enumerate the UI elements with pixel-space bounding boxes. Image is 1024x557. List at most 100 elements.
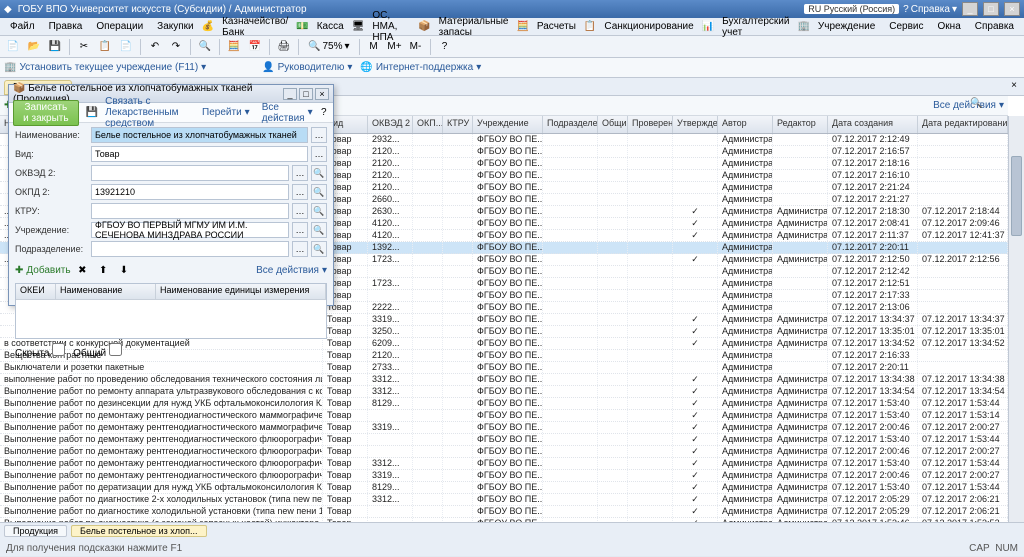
sub-all-actions[interactable]: Все действия ▾: [256, 265, 327, 276]
m-minus-button[interactable]: M-: [407, 38, 425, 56]
hidden-checkbox[interactable]: Скрыта: [15, 343, 65, 359]
status-tab-item[interactable]: Белье постельное из хлоп...: [71, 525, 206, 537]
dialog-all-actions[interactable]: Все действия ▾: [262, 102, 313, 124]
maximize-button[interactable]: □: [983, 2, 999, 16]
col-editor[interactable]: Редактор: [773, 116, 828, 133]
table-row[interactable]: Выполнение работ по диагностике 2-х холо…: [0, 494, 1008, 506]
help-icon[interactable]: ?: [436, 38, 454, 56]
sub-delete-icon[interactable]: ✖: [73, 261, 91, 279]
menu-calc[interactable]: Расчеты: [531, 20, 582, 33]
table-row[interactable]: Выполнение работ по демонтажу рентгеноди…: [0, 470, 1008, 482]
menu-treasury[interactable]: Казначейство/Банк: [216, 15, 294, 39]
sub-col-unit[interactable]: Наименование единицы измерения: [156, 284, 326, 299]
input-institution[interactable]: ФГБОУ ВО ПЕРВЫЙ МГМУ ИМ И.М. СЕЧЕНОВА МИ…: [91, 222, 289, 238]
dialog-close-icon[interactable]: ×: [315, 88, 329, 100]
table-row[interactable]: Выполнение работ по дезинсекции для нужд…: [0, 398, 1008, 410]
col-division[interactable]: Подразделение: [543, 116, 598, 133]
set-institution-link[interactable]: 🏢 Установить текущее учреждение (F11) ▾: [4, 62, 206, 73]
mc-button[interactable]: M: [365, 38, 383, 56]
support-link[interactable]: 🌐 Интернет-поддержка ▾: [360, 62, 481, 73]
input-ktru[interactable]: [91, 203, 289, 219]
col-common[interactable]: Общий: [598, 116, 628, 133]
col-approved[interactable]: Утвержден: [673, 116, 718, 133]
menu-help[interactable]: Справка: [969, 20, 1020, 33]
menu-cash[interactable]: Касса: [311, 20, 350, 33]
menu-materials[interactable]: Материальные запасы: [433, 15, 515, 39]
vertical-scrollbar[interactable]: [1008, 116, 1024, 552]
col-edited[interactable]: Дата редактирования: [918, 116, 1008, 133]
okved-select-icon[interactable]: …: [292, 165, 308, 181]
sub-grid[interactable]: ОКЕИ Наименование Наименование единицы и…: [15, 283, 327, 339]
input-okved[interactable]: [91, 165, 289, 181]
menu-institution[interactable]: Учреждение: [812, 20, 881, 33]
col-checked[interactable]: Проверен: [628, 116, 673, 133]
table-row[interactable]: Выполнение работ по демонтажу рентгеноди…: [0, 458, 1008, 470]
language-badge[interactable]: RU Русский (Россия): [804, 4, 899, 14]
institution-search-icon[interactable]: 🔍: [311, 222, 327, 238]
menu-operations[interactable]: Операции: [90, 20, 149, 33]
okpd-search-icon[interactable]: 🔍: [311, 184, 327, 200]
print-icon[interactable]: 🖨: [275, 38, 293, 56]
col-okp[interactable]: ОКП...: [413, 116, 443, 133]
menu-windows[interactable]: Окна: [932, 20, 967, 33]
table-row[interactable]: Выключатели и розетки пакетныеТовар2733.…: [0, 362, 1008, 374]
menu-purchases[interactable]: Закупки: [151, 20, 199, 33]
all-actions-link[interactable]: Все действия ▾: [933, 100, 1004, 111]
menu-edit[interactable]: Правка: [43, 20, 89, 33]
common-checkbox[interactable]: Общий: [73, 343, 122, 359]
management-link[interactable]: 👤 Руководителю ▾: [262, 62, 352, 73]
table-row[interactable]: Выполнение работ по диагностике холодиль…: [0, 506, 1008, 518]
new-doc-icon[interactable]: 📄: [4, 38, 22, 56]
link-related[interactable]: Связать с Лекарственным средством: [105, 96, 196, 129]
ktru-search-icon[interactable]: 🔍: [311, 203, 327, 219]
redo-icon[interactable]: ↷: [167, 38, 185, 56]
table-row[interactable]: Выполнение работ по демонтажу рентгеноди…: [0, 422, 1008, 434]
tab-close-icon[interactable]: ×: [1008, 80, 1020, 92]
copy-icon[interactable]: 📋: [96, 38, 114, 56]
calendar-icon[interactable]: 📅: [246, 38, 264, 56]
division-select-icon[interactable]: …: [292, 241, 308, 257]
ktru-select-icon[interactable]: …: [292, 203, 308, 219]
type-select-icon[interactable]: …: [311, 146, 327, 162]
help-link[interactable]: ?Справка ▾: [903, 4, 957, 15]
dialog-help-icon[interactable]: ?: [319, 104, 329, 122]
minimize-button[interactable]: _: [962, 2, 978, 16]
menu-file[interactable]: Файл: [4, 20, 41, 33]
cut-icon[interactable]: ✂: [75, 38, 93, 56]
table-row[interactable]: выполнение работ по проведению обследова…: [0, 374, 1008, 386]
input-division[interactable]: [91, 241, 289, 257]
col-author[interactable]: Автор: [718, 116, 773, 133]
table-row[interactable]: Выполнение работ по демонтажу рентгеноди…: [0, 410, 1008, 422]
save-icon[interactable]: 💾: [46, 38, 64, 56]
okved-search-icon[interactable]: 🔍: [311, 165, 327, 181]
status-tab-products[interactable]: Продукция: [4, 525, 67, 537]
save-icon[interactable]: 💾: [85, 104, 99, 122]
sub-col-name[interactable]: Наименование: [56, 284, 156, 299]
input-type[interactable]: Товар: [91, 146, 308, 162]
col-institution[interactable]: Учреждение: [473, 116, 543, 133]
dialog-maximize-icon[interactable]: □: [299, 88, 313, 100]
table-row[interactable]: Выполнение работ по демонтажу рентгеноди…: [0, 446, 1008, 458]
m-plus-button[interactable]: M+: [386, 38, 404, 56]
undo-icon[interactable]: ↶: [146, 38, 164, 56]
name-select-icon[interactable]: …: [311, 127, 327, 143]
col-okved[interactable]: ОКВЭД 2: [368, 116, 413, 133]
input-name[interactable]: Белье постельное из хлопчатобумажных тка…: [91, 127, 308, 143]
close-button[interactable]: ×: [1004, 2, 1020, 16]
table-row[interactable]: Выполнение работ по демонтажу рентгеноди…: [0, 434, 1008, 446]
input-okpd[interactable]: 13921210: [91, 184, 289, 200]
scrollbar-thumb[interactable]: [1011, 156, 1022, 236]
table-row[interactable]: Выполнение работ по ремонту аппарата уль…: [0, 386, 1008, 398]
calc-icon[interactable]: 🧮: [225, 38, 243, 56]
dialog-minimize-icon[interactable]: _: [283, 88, 297, 100]
sub-down-icon[interactable]: ⬇: [115, 261, 133, 279]
zoom-control[interactable]: 🔍 75% ▾: [304, 41, 354, 52]
find-icon[interactable]: 🔍: [196, 38, 214, 56]
menu-sanction[interactable]: Санкционирование: [598, 20, 699, 33]
goto-link[interactable]: Перейти ▾: [202, 107, 250, 118]
col-ktru[interactable]: КТРУ: [443, 116, 473, 133]
save-close-button[interactable]: Записать и закрыть: [13, 100, 79, 126]
table-row[interactable]: Выполнение работ по дератизации для нужд…: [0, 482, 1008, 494]
sub-up-icon[interactable]: ⬆: [94, 261, 112, 279]
sub-col-okei[interactable]: ОКЕИ: [16, 284, 56, 299]
